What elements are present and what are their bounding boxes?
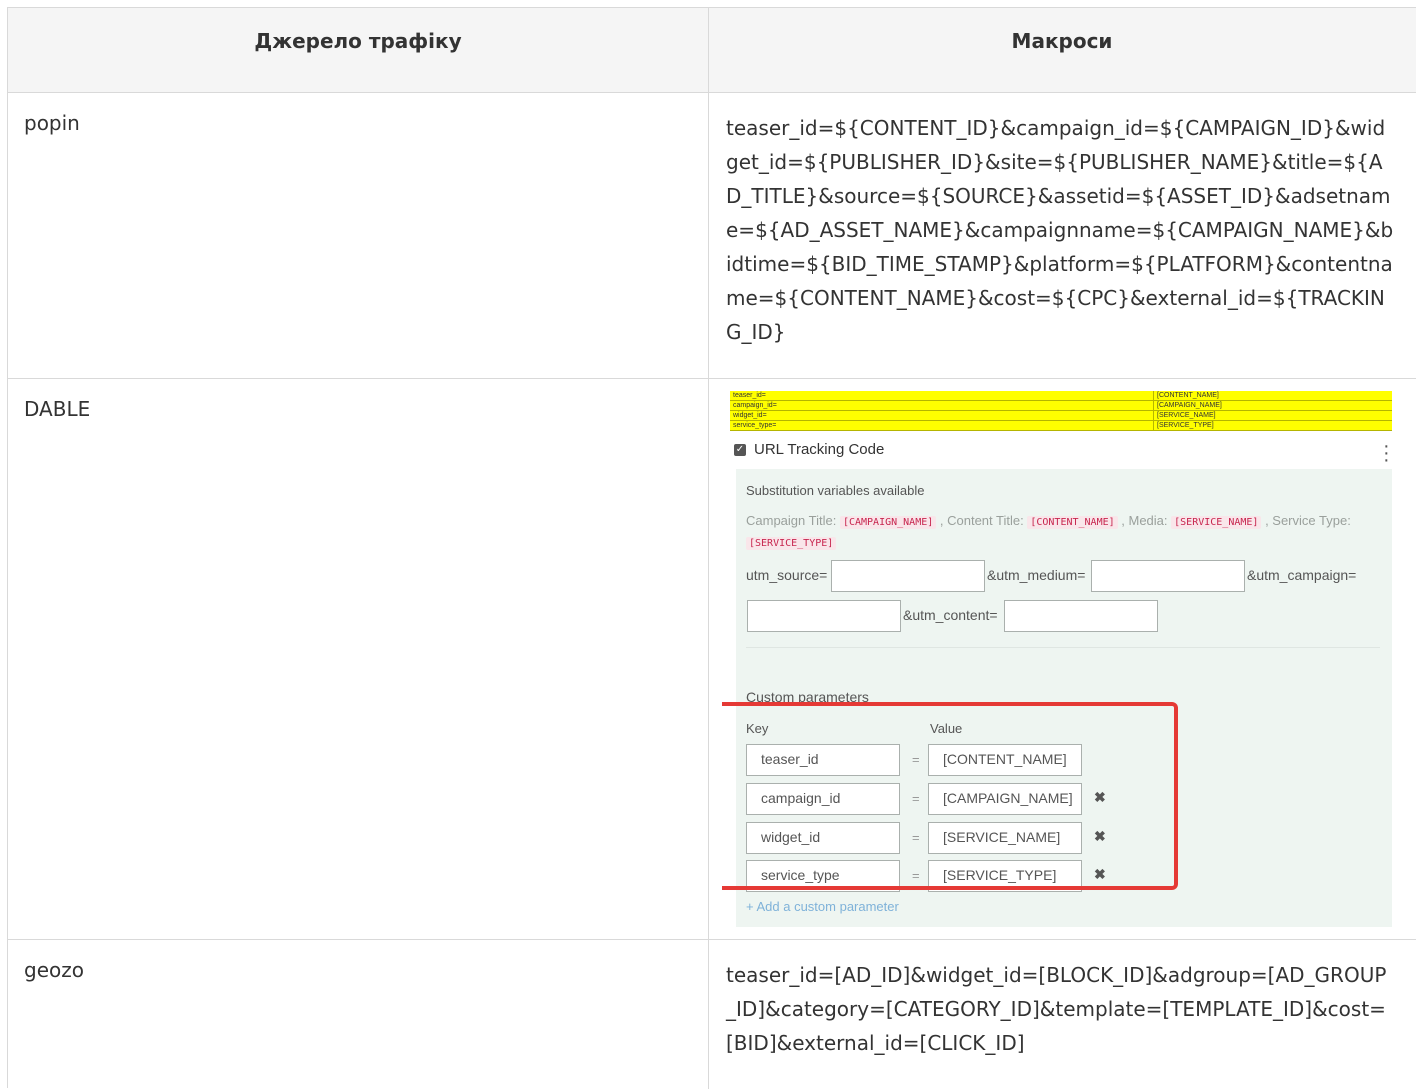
macros-string: teaser_id=${CONTENT_ID}&campaign_id=${CA… xyxy=(726,116,1394,344)
url-tracking-toggle[interactable]: ✓ URL Tracking Code xyxy=(734,441,884,458)
yellow-value: [SERVICE_TYPE] xyxy=(1153,421,1214,430)
subst-label: , Media: xyxy=(1121,513,1168,528)
utm-campaign-label: &utm_campaign= xyxy=(1247,567,1357,583)
utm-content-input[interactable] xyxy=(1004,600,1158,632)
utm-medium-input[interactable] xyxy=(1091,560,1245,592)
yellow-key: widget_id= xyxy=(733,412,767,419)
subst-label: Campaign Title: xyxy=(746,513,837,528)
header-traffic-source: Джерело трафіку xyxy=(254,29,462,53)
traffic-source-name: DABLE xyxy=(24,397,91,421)
dable-settings-screenshot: teaser_id= [CONTENT_NAME] campaign_id= [… xyxy=(722,389,1392,927)
panel-divider xyxy=(746,647,1380,648)
checkbox-icon[interactable]: ✓ xyxy=(734,444,746,457)
utm-campaign-input[interactable] xyxy=(747,600,901,632)
highlight-box xyxy=(722,702,1178,890)
table-header-row: Джерело трафіку Макроси xyxy=(8,8,1416,93)
yellow-row: campaign_id= [CAMPAIGN_NAME] xyxy=(730,401,1392,411)
subst-var: [SERVICE_TYPE] xyxy=(746,537,837,550)
subst-variables: Campaign Title: [CAMPAIGN_NAME] , Conten… xyxy=(746,511,1376,553)
yellow-value: [SERVICE_NAME] xyxy=(1153,411,1216,420)
subst-var: [SERVICE_NAME] xyxy=(1171,516,1262,529)
utm-source-input[interactable] xyxy=(831,560,985,592)
yellow-mapping-table: teaser_id= [CONTENT_NAME] campaign_id= [… xyxy=(730,391,1392,439)
yellow-key: campaign_id= xyxy=(733,402,777,409)
table-row: popin teaser_id=${CONTENT_ID}&campaign_i… xyxy=(8,93,1416,379)
yellow-value: [CONTENT_NAME] xyxy=(1153,391,1219,400)
table-row: geozo teaser_id=[AD_ID]&widget_id=[BLOCK… xyxy=(8,940,1416,1089)
subst-var: [CONTENT_NAME] xyxy=(1027,516,1118,529)
header-macros: Макроси xyxy=(1011,29,1113,53)
utm-medium-label: &utm_medium= xyxy=(987,567,1086,583)
yellow-row: service_type= [SERVICE_TYPE] xyxy=(730,421,1392,431)
yellow-value: [CAMPAIGN_NAME] xyxy=(1153,401,1222,410)
url-tracking-label: URL Tracking Code xyxy=(754,441,885,458)
subst-title: Substitution variables available xyxy=(746,483,925,498)
subst-label: , Service Type: xyxy=(1265,513,1351,528)
macros-string: teaser_id=[AD_ID]&widget_id=[BLOCK_ID]&a… xyxy=(726,963,1387,1055)
subst-var: [CAMPAIGN_NAME] xyxy=(839,516,937,529)
utm-source-label: utm_source= xyxy=(746,567,828,583)
yellow-key: service_type= xyxy=(733,422,777,429)
yellow-key: teaser_id= xyxy=(733,392,766,399)
yellow-row: widget_id= [SERVICE_NAME] xyxy=(730,411,1392,421)
column-divider xyxy=(708,8,709,1089)
utm-content-label: &utm_content= xyxy=(903,607,998,623)
kebab-menu-icon[interactable]: · · · xyxy=(1383,436,1390,470)
yellow-row: teaser_id= [CONTENT_NAME] xyxy=(730,391,1392,401)
add-custom-parameter-link[interactable]: + Add a custom parameter xyxy=(746,899,899,914)
subst-label: , Content Title: xyxy=(939,513,1024,528)
traffic-source-name: geozo xyxy=(24,958,84,982)
traffic-source-name: popin xyxy=(24,111,80,135)
